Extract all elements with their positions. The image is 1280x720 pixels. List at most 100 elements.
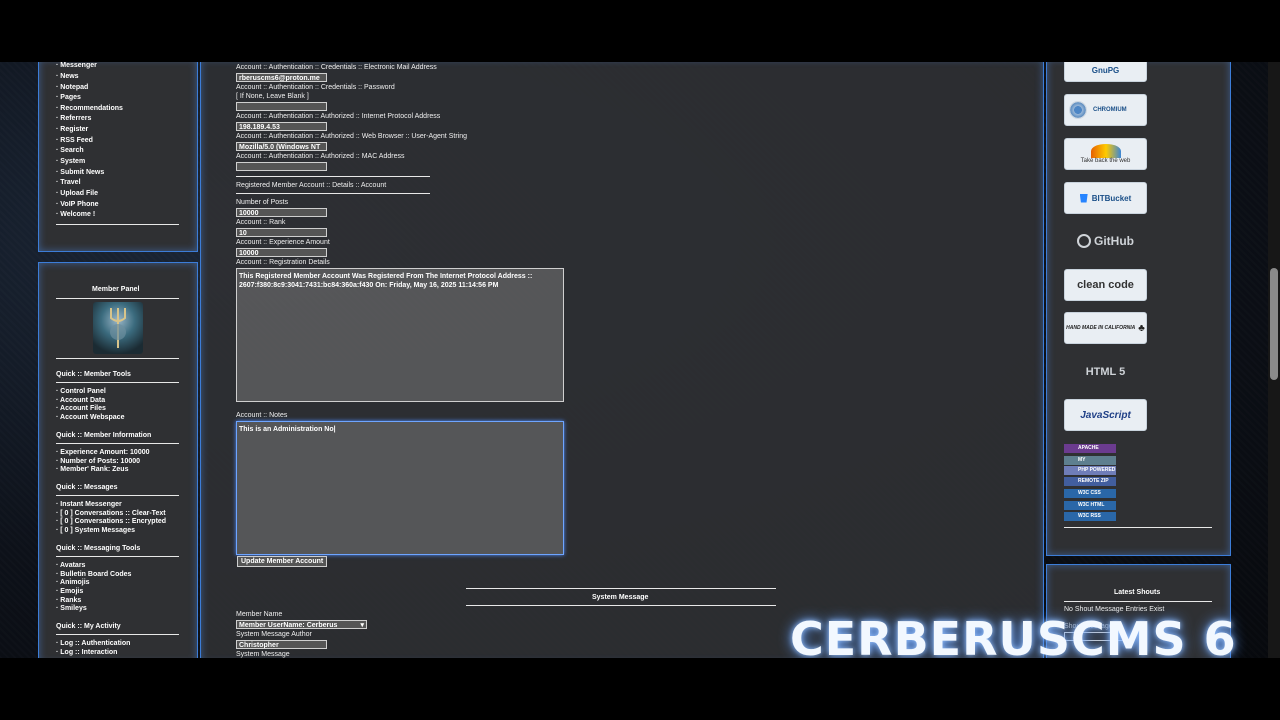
nav-item-voip-phone[interactable]: · VoIP Phone bbox=[56, 201, 99, 208]
nav-item-pages[interactable]: · Pages bbox=[56, 94, 81, 101]
w3c-rss-mini-badge[interactable]: W3C RSS bbox=[1064, 512, 1116, 521]
smileys-link[interactable]: · Smileys bbox=[56, 605, 87, 612]
w3c-rss-label: W3C RSS bbox=[1078, 513, 1101, 519]
mysql-label: MY bbox=[1078, 457, 1086, 463]
clean-code-badge[interactable]: clean code bbox=[1064, 269, 1147, 301]
github-badge[interactable]: GitHub bbox=[1064, 225, 1147, 257]
nav-item-referrers[interactable]: · Referrers bbox=[56, 115, 91, 122]
account-files-link[interactable]: · Account Files bbox=[56, 405, 106, 412]
javascript-badge[interactable]: JavaScript bbox=[1064, 399, 1147, 431]
member-info-divider bbox=[56, 443, 179, 444]
bulletin-board-codes-link[interactable]: · Bulletin Board Codes bbox=[56, 571, 131, 578]
animojis-link[interactable]: · Animojis bbox=[56, 579, 90, 586]
nav-item-upload-file[interactable]: · Upload File bbox=[56, 190, 98, 197]
nav-item-search[interactable]: · Search bbox=[56, 147, 84, 154]
badges-divider bbox=[1064, 527, 1212, 528]
system-messages-link[interactable]: · [ 0 ] System Messages bbox=[56, 527, 135, 534]
user-agent-label: Account :: Authentication :: Authorized … bbox=[236, 133, 467, 140]
email-field[interactable]: rberuscms6@proton.me bbox=[236, 73, 327, 82]
instant-messenger-link[interactable]: · Instant Messenger bbox=[56, 501, 122, 508]
member-name-select-value: Member UserName: Cerberus bbox=[239, 622, 338, 629]
user-agent-field[interactable]: Mozilla/5.0 (Windows NT bbox=[236, 142, 327, 151]
firefox-icon bbox=[1090, 144, 1121, 158]
avatars-link[interactable]: · Avatars bbox=[56, 562, 85, 569]
messaging-tools-divider bbox=[56, 556, 179, 557]
member-tools-heading: Quick :: Member Tools bbox=[56, 371, 131, 378]
password-field[interactable] bbox=[236, 102, 327, 111]
member-info-heading: Quick :: Member Information bbox=[56, 432, 152, 439]
ranks-link[interactable]: · Ranks bbox=[56, 597, 81, 604]
nav-item-rss-feed[interactable]: · RSS Feed bbox=[56, 137, 93, 144]
account-webspace-link[interactable]: · Account Webspace bbox=[56, 414, 124, 421]
chromium-badge[interactable]: CHROMIUM bbox=[1064, 94, 1147, 126]
member-panel-title: Member Panel bbox=[92, 286, 140, 293]
notes-label: Account :: Notes bbox=[236, 412, 288, 419]
details-heading: Registered Member Account :: Details :: … bbox=[236, 182, 387, 189]
firefox-badge[interactable]: Take back the web bbox=[1064, 138, 1147, 170]
avatar-divider bbox=[56, 358, 179, 359]
conversations-cleartext-link[interactable]: · [ 0 ] Conversations :: Clear-Text bbox=[56, 510, 166, 517]
messages-divider bbox=[56, 495, 179, 496]
apache-label: APACHE bbox=[1078, 445, 1099, 451]
ip-label: Account :: Authentication :: Authorized … bbox=[236, 113, 441, 120]
nav-item-notepad[interactable]: · Notepad bbox=[56, 84, 88, 91]
nav-item-messenger[interactable]: · Messenger bbox=[56, 62, 97, 69]
my-activity-divider bbox=[56, 634, 179, 635]
my-activity-heading: Quick :: My Activity bbox=[56, 623, 121, 630]
hand-made-badge[interactable]: HAND MADE IN CALIFORNIA ♣ bbox=[1064, 312, 1147, 344]
password-hint: [ If None, Leave Blank ] bbox=[236, 93, 309, 100]
account-data-link[interactable]: · Account Data bbox=[56, 397, 105, 404]
posts-field[interactable]: 10000 bbox=[236, 208, 327, 217]
nav-item-recommendations[interactable]: · Recommendations bbox=[56, 105, 123, 112]
scrollbar-thumb[interactable] bbox=[1270, 268, 1278, 380]
emojis-link[interactable]: · Emojis bbox=[56, 588, 83, 595]
clean-code-label: clean code bbox=[1077, 279, 1134, 291]
rank-field[interactable]: 10 bbox=[236, 228, 327, 237]
chromium-label: CHROMIUM bbox=[1093, 107, 1127, 113]
messages-heading: Quick :: Messages bbox=[56, 484, 118, 491]
details-rule-top bbox=[236, 176, 430, 177]
html5-badge[interactable]: HTML 5 bbox=[1064, 356, 1147, 388]
remote-zip-mini-badge[interactable]: REMOTE ZIP bbox=[1064, 477, 1116, 486]
notes-textarea[interactable]: This is an Administration No| bbox=[236, 421, 564, 555]
conversations-encrypted-link[interactable]: · [ 0 ] Conversations :: Encrypted bbox=[56, 518, 166, 525]
member-name-label: Member Name bbox=[236, 611, 283, 618]
php-label: PHP POWERED bbox=[1078, 467, 1116, 473]
chromium-icon bbox=[1069, 101, 1087, 119]
update-member-account-button[interactable]: Update Member Account bbox=[237, 556, 328, 567]
log-interaction-link[interactable]: · Log :: Interaction bbox=[56, 649, 117, 656]
letterbox-top bbox=[0, 0, 1280, 62]
control-panel-link[interactable]: · Control Panel bbox=[56, 388, 106, 395]
nav-divider bbox=[56, 224, 179, 225]
avatar[interactable] bbox=[93, 302, 143, 354]
letterbox-bottom bbox=[0, 658, 1280, 720]
mysql-mini-badge[interactable]: MY bbox=[1064, 456, 1116, 465]
log-authentication-link[interactable]: · Log :: Authentication bbox=[56, 640, 130, 647]
system-message-heading: System Message bbox=[592, 594, 649, 601]
w3c-html-mini-badge[interactable]: W3C HTML bbox=[1064, 501, 1116, 510]
php-mini-badge[interactable]: PHP POWERED bbox=[1064, 466, 1116, 475]
nav-item-travel[interactable]: · Travel bbox=[56, 179, 81, 186]
ip-field[interactable]: 198.189.4.53 bbox=[236, 122, 327, 131]
cerberuscms-watermark: CERBERUSCMS 6 bbox=[790, 612, 1237, 658]
experience-field[interactable]: 10000 bbox=[236, 248, 327, 257]
system-message-rule-bottom bbox=[466, 605, 776, 606]
nav-item-system[interactable]: · System bbox=[56, 158, 85, 165]
nav-item-news[interactable]: · News bbox=[56, 73, 79, 80]
member-name-select[interactable]: Member UserName: Cerberus ▾ bbox=[236, 620, 367, 629]
number-of-posts: · Number of Posts: 10000 bbox=[56, 458, 141, 465]
nav-item-welcome[interactable]: · Welcome ! bbox=[56, 211, 95, 218]
bitbucket-badge[interactable]: BITBucket bbox=[1064, 182, 1147, 214]
palm-tree-icon: ♣ bbox=[1138, 322, 1145, 334]
registration-details-textarea[interactable]: This Registered Member Account Was Regis… bbox=[236, 268, 564, 402]
github-label: GitHub bbox=[1094, 234, 1134, 248]
nav-item-register[interactable]: · Register bbox=[56, 126, 88, 133]
w3c-css-mini-badge[interactable]: W3C CSS bbox=[1064, 489, 1116, 498]
mac-field[interactable] bbox=[236, 162, 327, 171]
author-field[interactable]: Christopher bbox=[236, 640, 327, 649]
apache-mini-badge[interactable]: APACHE bbox=[1064, 444, 1116, 453]
gnupg-badge[interactable]: GnuPG bbox=[1064, 62, 1147, 82]
registration-label: Account :: Registration Details bbox=[236, 259, 330, 266]
nav-item-submit-news[interactable]: · Submit News bbox=[56, 169, 104, 176]
author-label: System Message Author bbox=[236, 631, 312, 638]
